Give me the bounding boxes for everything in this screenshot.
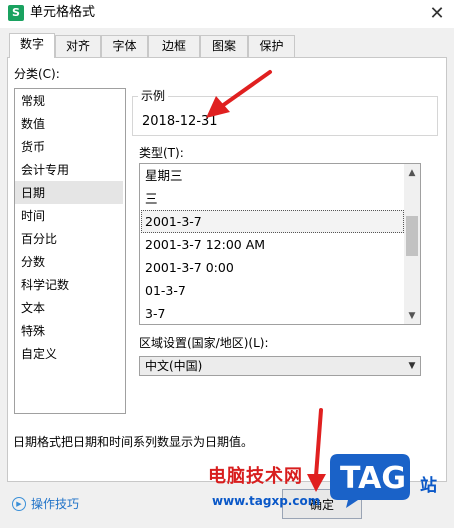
watermark-logo-text: TAG xyxy=(340,461,406,496)
tab-number[interactable]: 数字 xyxy=(9,33,55,58)
watermark-url: www.tagxp.com xyxy=(212,494,321,508)
watermark-station: 站 xyxy=(420,476,437,496)
annotation-arrow-sample-shaft xyxy=(220,70,272,108)
annotation-arrow-sample-head xyxy=(206,96,230,118)
watermark-site-name: 电脑技术网 xyxy=(208,466,303,487)
annotation-arrow-ok-shaft xyxy=(314,408,323,478)
annotation-arrow-ok-head xyxy=(307,474,326,492)
